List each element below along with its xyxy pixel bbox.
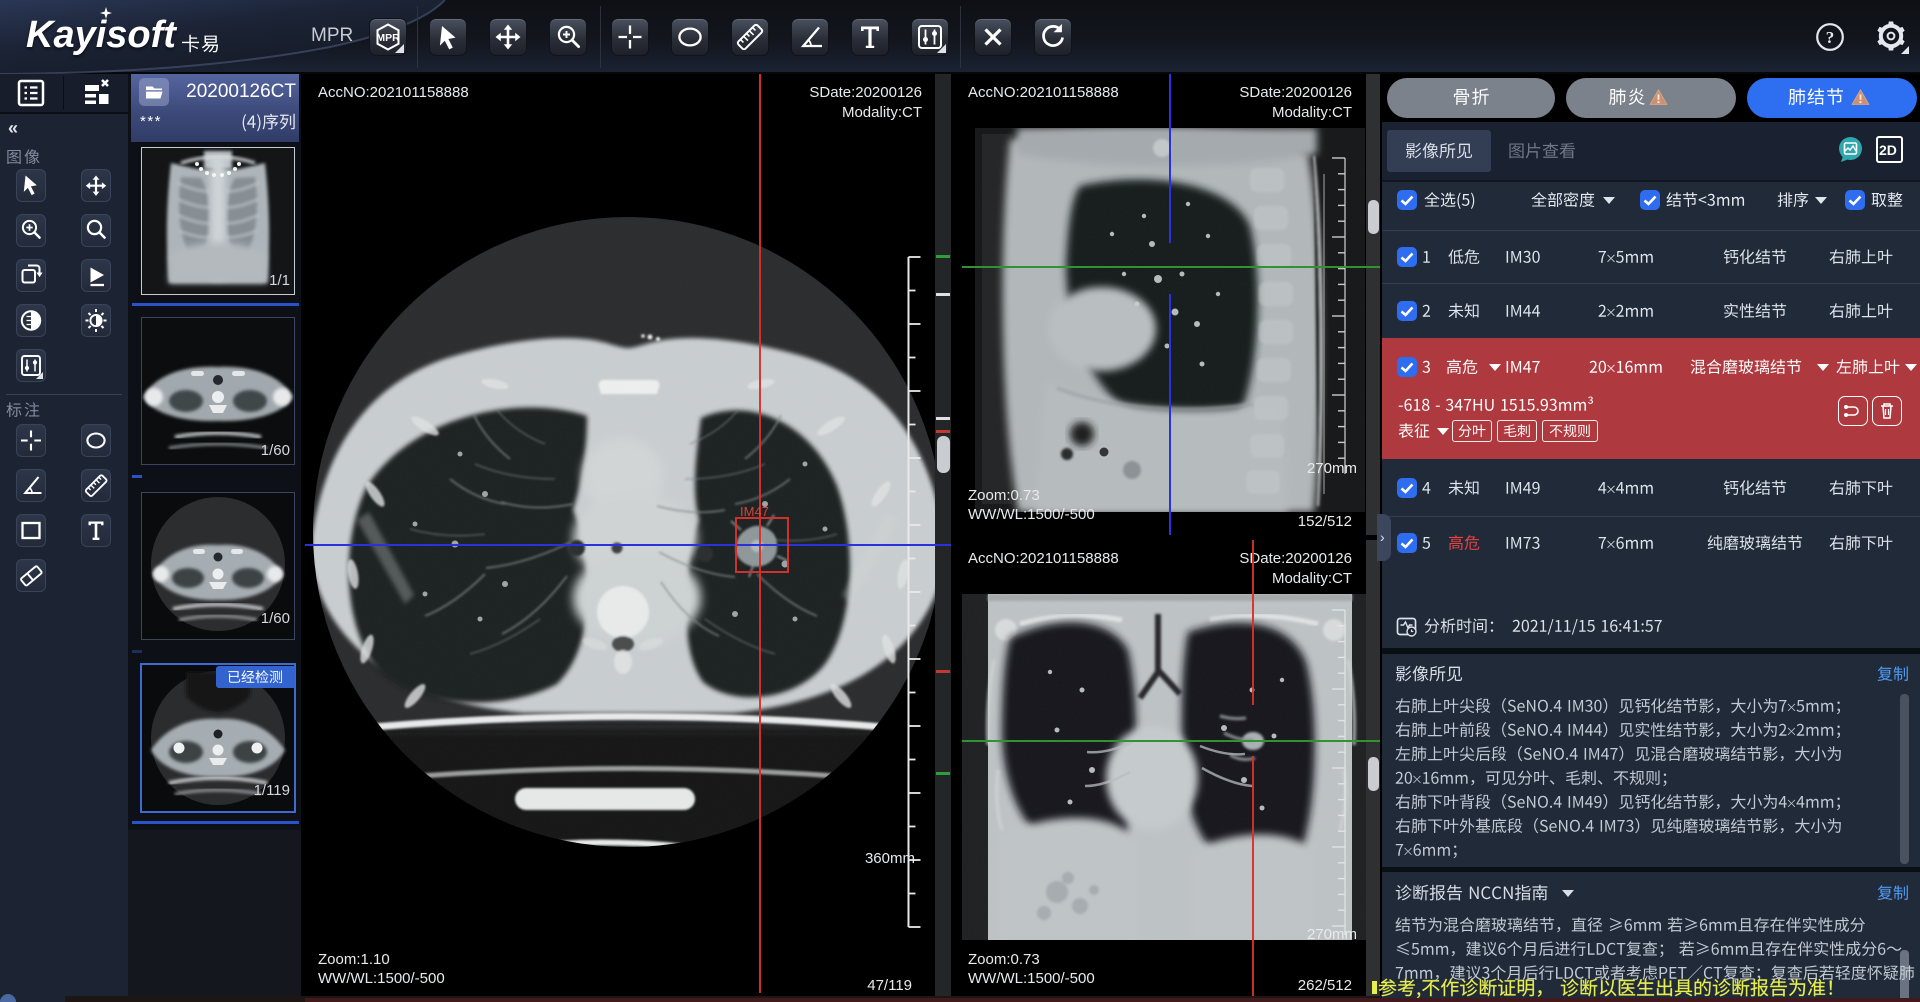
svg-text:MPR: MPR: [376, 32, 400, 44]
svg-text:?: ?: [1826, 28, 1835, 47]
